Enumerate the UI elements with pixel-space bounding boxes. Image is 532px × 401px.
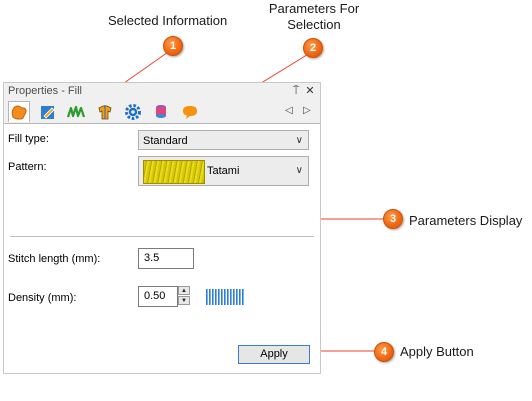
apply-button[interactable]: Apply [238, 345, 310, 364]
callout-badge-1: 1 [163, 36, 183, 56]
tab-stitch[interactable] [66, 102, 86, 122]
tatami-pattern-swatch [143, 160, 205, 184]
pattern-dropdown[interactable]: Tatami ∨ [138, 156, 309, 186]
tab-comments[interactable] [180, 102, 200, 122]
fill-shape-icon [11, 105, 27, 120]
stitch-wave-icon [66, 105, 86, 118]
settings-gear-icon [125, 104, 141, 120]
fill-type-value: Standard [143, 135, 188, 147]
chevron-down-icon: ∨ [295, 135, 303, 146]
close-icon[interactable]: ✕ [304, 83, 316, 100]
callout-badge-4: 4 [374, 342, 394, 362]
speech-bubble-icon [183, 106, 197, 119]
density-decrement-button[interactable]: ▼ [178, 296, 190, 305]
density-input[interactable]: 0.50 [138, 286, 178, 307]
tab-outline[interactable] [38, 102, 58, 122]
tab-color[interactable] [151, 102, 171, 122]
properties-panel: Properties - Fill ⍑ ✕ ◁ ▷ Fill type: Sta… [3, 82, 321, 374]
density-label: Density (mm): [8, 292, 77, 304]
fabric-thread-icon [98, 105, 112, 120]
pattern-value: Tatami [207, 165, 240, 177]
fill-type-label: Fill type: [8, 133, 49, 145]
stitch-length-label: Stitch length (mm): [8, 253, 101, 265]
panel-titlebar: Properties - Fill ⍑ ✕ [4, 83, 320, 100]
callout-parameters-for-selection: Parameters For Selection [264, 1, 364, 33]
tab-strip: ◁ ▷ [4, 101, 320, 123]
chevron-down-icon: ∨ [295, 165, 303, 176]
callout-apply-button: Apply Button [400, 344, 474, 359]
density-preview-icon [206, 289, 244, 305]
callout-parameters-line2: Selection [287, 17, 341, 32]
tab-fill[interactable] [8, 101, 30, 122]
tab-settings[interactable] [123, 102, 143, 122]
fill-type-dropdown[interactable]: Standard ∨ [138, 130, 309, 150]
color-spool-icon [156, 105, 166, 118]
density-increment-button[interactable]: ▲ [178, 286, 190, 295]
outline-edit-icon [41, 106, 55, 119]
pattern-label: Pattern: [8, 161, 47, 173]
callout-parameters-display: Parameters Display [409, 213, 523, 228]
tab-fabric[interactable] [95, 102, 115, 122]
panel-content: Fill type: Standard ∨ Pattern: Tatami ∨ … [4, 123, 320, 373]
tab-scroll-right-icon[interactable]: ▷ [303, 105, 311, 116]
callout-selected-information: Selected Information [108, 13, 228, 28]
tab-scroll-left-icon[interactable]: ◁ [285, 105, 293, 116]
section-divider [10, 236, 314, 237]
callout-badge-2: 2 [303, 38, 323, 58]
callout-parameters-line1: Parameters For [268, 1, 360, 16]
panel-title: Properties - Fill [8, 85, 82, 97]
stitch-length-input[interactable]: 3.5 [138, 248, 194, 269]
callout-badge-3: 3 [383, 209, 403, 229]
pin-icon[interactable]: ⍑ [290, 83, 302, 100]
